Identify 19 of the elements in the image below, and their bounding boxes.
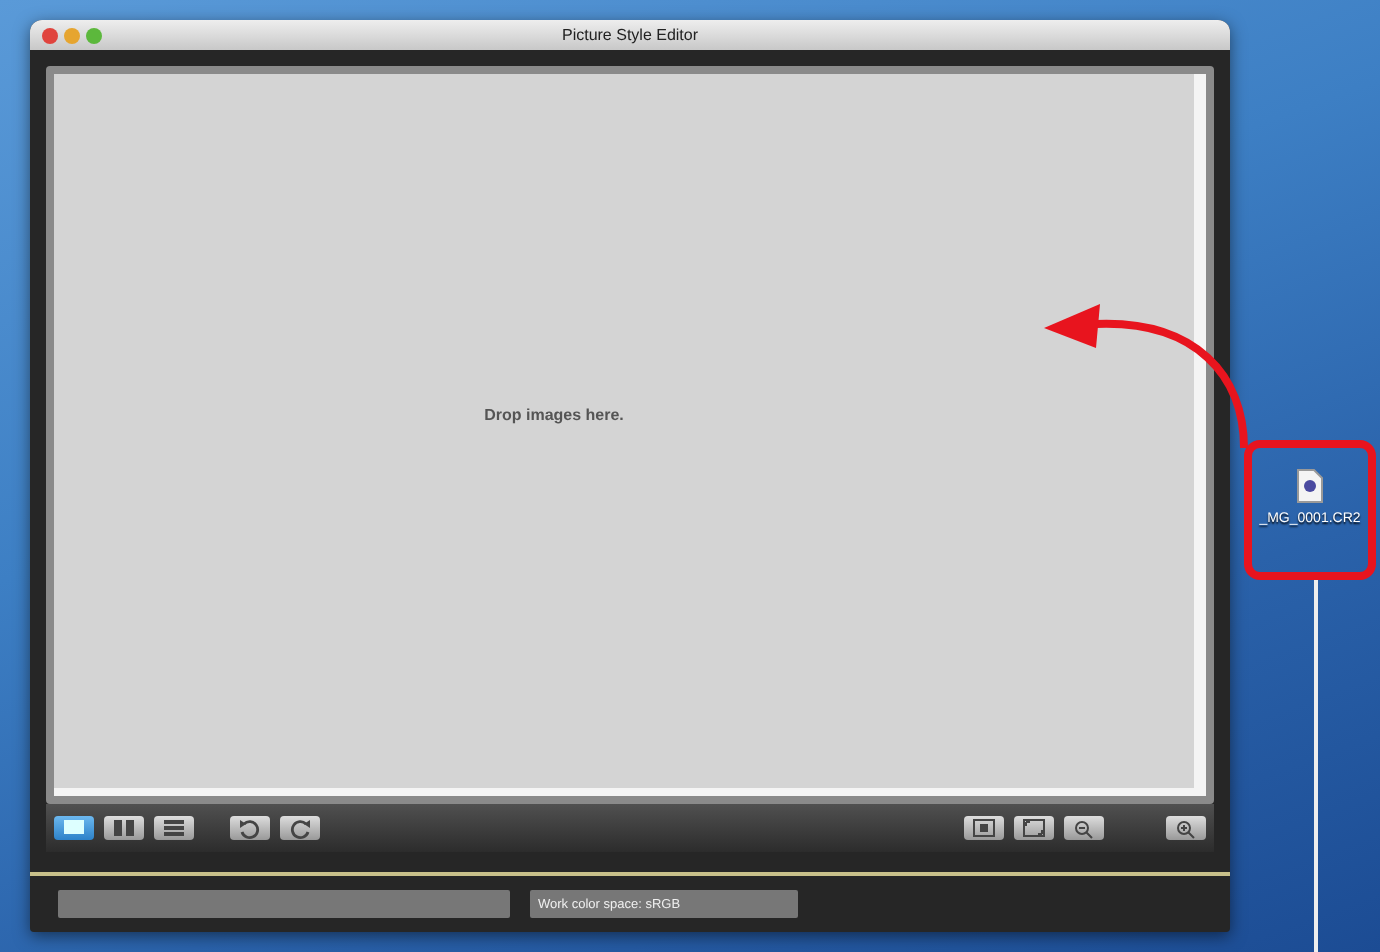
toolbar-button[interactable] bbox=[964, 816, 1004, 840]
close-button[interactable] bbox=[42, 27, 58, 43]
drop-message: Drop images here. bbox=[484, 406, 624, 424]
toolbar-button[interactable] bbox=[1166, 816, 1206, 840]
toolbar-button[interactable] bbox=[230, 816, 270, 840]
window-title: Picture Style Editor bbox=[561, 26, 699, 44]
split-view-icon bbox=[108, 816, 140, 840]
single-view-icon bbox=[58, 816, 90, 840]
file-icon[interactable] bbox=[1296, 468, 1324, 504]
toolbar-button[interactable] bbox=[54, 816, 94, 840]
list-view-icon bbox=[158, 816, 190, 840]
toolbar-button[interactable] bbox=[104, 816, 144, 840]
actual-size-icon bbox=[968, 816, 1000, 840]
fit-icon bbox=[1018, 816, 1050, 840]
toolbar-button[interactable] bbox=[1064, 816, 1104, 840]
drop-area[interactable]: Drop images here. bbox=[54, 74, 1206, 796]
toolbar-button[interactable] bbox=[1014, 816, 1054, 840]
toolbar-button[interactable] bbox=[154, 816, 194, 840]
toolbar-button[interactable] bbox=[280, 816, 320, 840]
